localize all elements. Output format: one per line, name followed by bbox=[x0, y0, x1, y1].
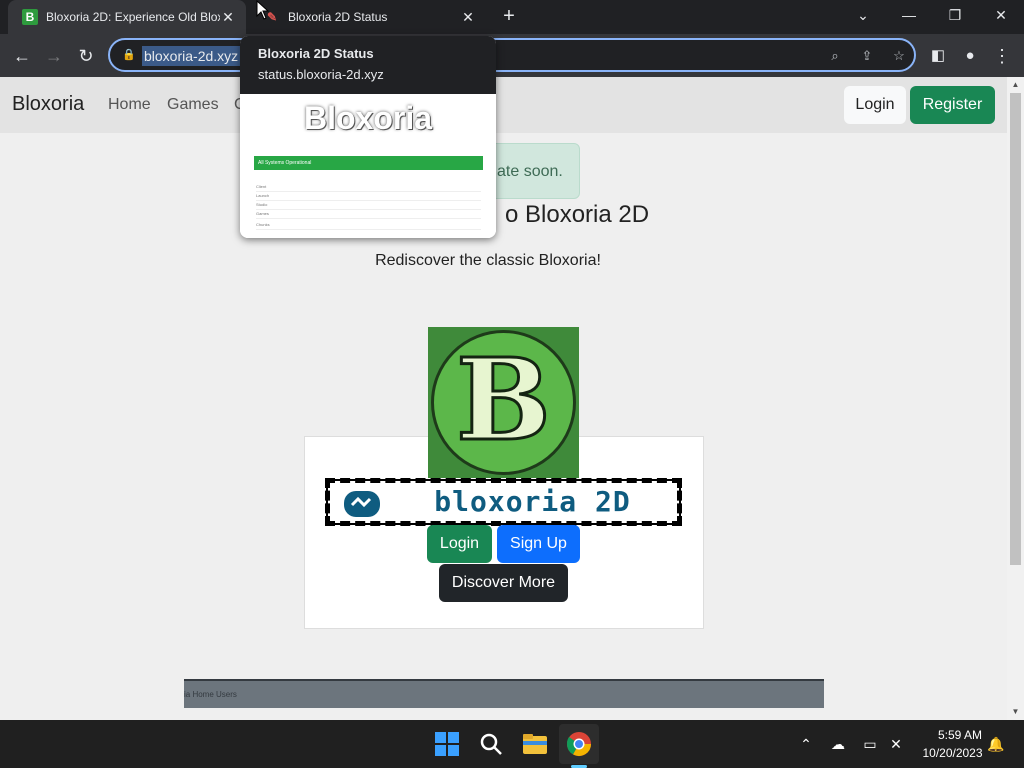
bloxoria-mascot-icon bbox=[344, 491, 380, 517]
logo-letter: B bbox=[455, 335, 553, 466]
reload-icon[interactable]: ↻ bbox=[72, 42, 100, 70]
volume-muted-icon[interactable]: ✕ bbox=[886, 734, 906, 754]
web-page: Bloxoria Home Games C Login Register ate… bbox=[0, 77, 1007, 720]
bloxoria-favicon-icon: B bbox=[22, 9, 38, 25]
site-brand[interactable]: Bloxoria bbox=[12, 93, 84, 116]
page-subtitle: Rediscover the classic Bloxoria! bbox=[375, 252, 601, 269]
banner-wordmark: bloxoria 2D bbox=[434, 485, 631, 518]
tab-title: Bloxoria 2D Status bbox=[288, 10, 388, 24]
preview-status-text: All Systems Operational bbox=[258, 160, 312, 166]
browser-toolbar: ← → ↻ 🔒 bloxoria-2d.xyz ⌕ ⇪ ☆ ◧ ● ⋮ bbox=[0, 34, 1024, 77]
lock-icon: 🔒 bbox=[122, 49, 136, 61]
clock-date[interactable]: 10/20/2023 bbox=[915, 746, 990, 760]
mouse-cursor-icon bbox=[256, 0, 270, 20]
page-heading: o Bloxoria 2D bbox=[505, 201, 650, 228]
notification-bell-icon[interactable]: 🔔 bbox=[986, 734, 1006, 754]
card-login-button[interactable]: Login bbox=[427, 525, 492, 563]
chrome-icon[interactable] bbox=[563, 728, 595, 760]
file-explorer-icon[interactable] bbox=[519, 728, 551, 760]
bookmark-star-icon[interactable]: ☆ bbox=[890, 47, 908, 65]
preview-row-label: Games bbox=[256, 211, 269, 216]
minimize-button[interactable]: — bbox=[886, 0, 932, 30]
search-icon[interactable] bbox=[475, 728, 507, 760]
breadcrumb-strip: ia Home Users bbox=[184, 679, 824, 708]
close-tab-icon[interactable]: ✕ bbox=[460, 9, 476, 25]
preview-row-label: Launch bbox=[256, 193, 270, 198]
scroll-up-icon[interactable]: ▲ bbox=[1007, 77, 1024, 93]
nav-login-button[interactable]: Login bbox=[844, 86, 906, 124]
share-icon[interactable]: ⇪ bbox=[858, 47, 876, 65]
discover-more-button[interactable]: Discover More bbox=[439, 564, 568, 602]
bloxoria-logo-image: B bbox=[428, 327, 579, 479]
preview-row: Chunks bbox=[256, 222, 481, 230]
restore-button[interactable]: ❐ bbox=[932, 0, 978, 30]
show-hidden-icons-icon[interactable]: ⌃ bbox=[796, 734, 816, 754]
side-panel-icon[interactable]: ◧ bbox=[924, 42, 952, 70]
menu-icon[interactable]: ⋮ bbox=[988, 42, 1016, 70]
bloxoria-2d-banner: bloxoria 2D bbox=[325, 478, 682, 526]
preview-row-label: Chunks bbox=[256, 222, 270, 227]
search-icon[interactable]: ⌕ bbox=[826, 47, 844, 65]
clock-time[interactable]: 5:59 AM bbox=[930, 728, 990, 742]
page-scrollbar[interactable]: ▲ ▼ bbox=[1007, 77, 1024, 720]
preview-row: Studio bbox=[256, 202, 481, 210]
preview-row: Client bbox=[256, 184, 481, 192]
preview-status-bar: All Systems Operational bbox=[254, 156, 483, 170]
close-window-button[interactable]: ✕ bbox=[978, 0, 1024, 30]
close-tab-icon[interactable]: ✕ bbox=[220, 9, 236, 25]
windows-taskbar: ⌃ ☁ ▭ ✕ 5:59 AM 10/20/2023 🔔 bbox=[0, 720, 1024, 768]
address-bar[interactable]: 🔒 bloxoria-2d.xyz ⌕ ⇪ ☆ bbox=[108, 38, 916, 72]
site-navbar: Bloxoria Home Games C Login Register bbox=[0, 77, 1007, 133]
nav-home[interactable]: Home bbox=[108, 96, 151, 114]
start-windows-icon[interactable] bbox=[431, 728, 463, 760]
tab-search-icon[interactable]: ⌄ bbox=[840, 0, 886, 30]
onedrive-icon[interactable]: ☁ bbox=[828, 734, 848, 754]
hover-card-header: Bloxoria 2D Status status.bloxoria-2d.xy… bbox=[240, 36, 496, 94]
scroll-thumb[interactable] bbox=[1010, 93, 1021, 565]
preview-row-label: Client bbox=[256, 184, 267, 189]
preview-logo: Bloxoria bbox=[303, 100, 433, 136]
tab-title: Bloxoria 2D: Experience Old Blox bbox=[46, 10, 220, 24]
hover-card-preview: Bloxoria All Systems Operational Client … bbox=[240, 94, 496, 238]
preview-row: Launch bbox=[256, 193, 481, 201]
profile-icon[interactable]: ● bbox=[956, 42, 984, 70]
forward-icon[interactable]: → bbox=[40, 42, 68, 70]
nav-register-button[interactable]: Register bbox=[910, 86, 995, 124]
hover-card-url: status.bloxoria-2d.xyz bbox=[258, 67, 384, 82]
tab-strip: B Bloxoria 2D: Experience Old Blox ✕ ✎ B… bbox=[0, 0, 1024, 34]
back-icon[interactable]: ← bbox=[8, 42, 36, 70]
url-text[interactable]: bloxoria-2d.xyz bbox=[142, 46, 241, 66]
new-tab-button[interactable]: + bbox=[498, 5, 520, 27]
hover-card-title: Bloxoria 2D Status bbox=[258, 46, 374, 61]
scroll-down-icon[interactable]: ▼ bbox=[1007, 704, 1024, 720]
network-icon[interactable]: ▭ bbox=[860, 734, 880, 754]
nav-games[interactable]: Games bbox=[167, 96, 219, 114]
preview-row: Games bbox=[256, 211, 481, 219]
card-signup-button[interactable]: Sign Up bbox=[497, 525, 580, 563]
tab-bloxoria-status[interactable]: ✎ Bloxoria 2D Status ✕ bbox=[250, 0, 486, 34]
tab-bloxoria[interactable]: B Bloxoria 2D: Experience Old Blox ✕ bbox=[8, 0, 246, 34]
preview-row-label: Studio bbox=[256, 202, 268, 207]
tab-hover-card: Bloxoria 2D Status status.bloxoria-2d.xy… bbox=[240, 36, 496, 238]
